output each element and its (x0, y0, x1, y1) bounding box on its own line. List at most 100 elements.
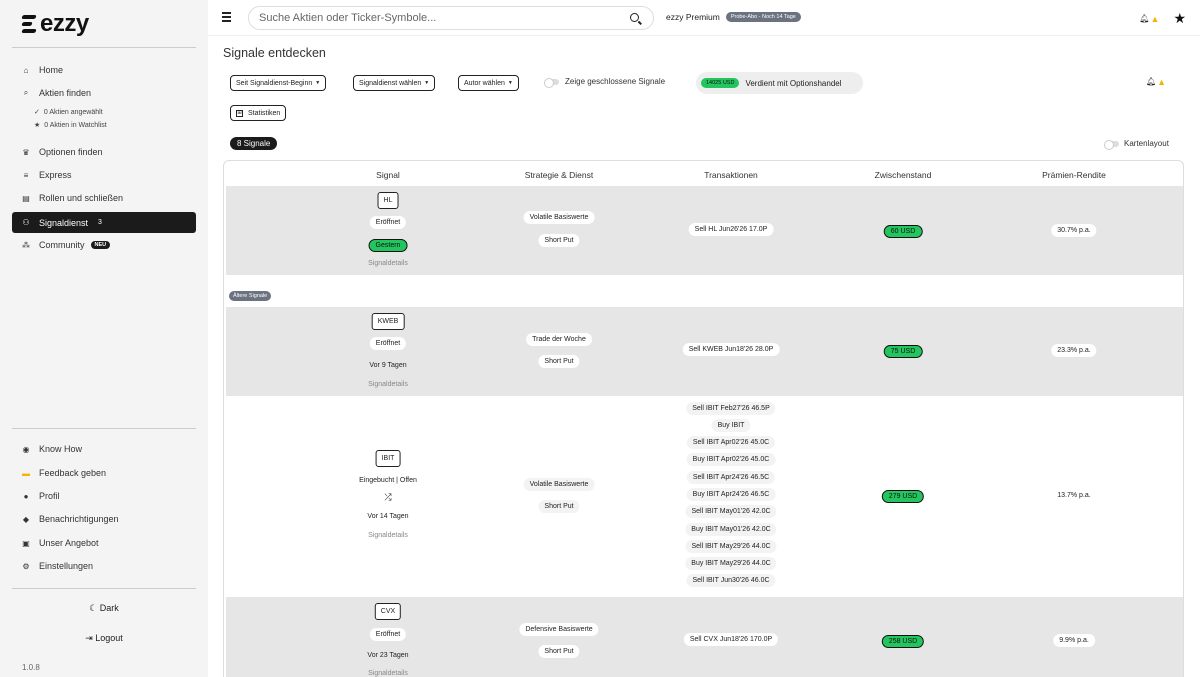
earned-banner: 14025 USD Verdient mit Optionshandel (696, 72, 863, 94)
statistics-button[interactable]: ⊞ Statistiken (230, 105, 287, 121)
trial-badge[interactable]: Probe-Abo - Noch 14 Tage (725, 12, 801, 22)
card-layout-toggle[interactable] (1104, 140, 1119, 150)
bell-icon: 🔔︎ (1139, 14, 1150, 23)
moon-icon: ☾ (89, 603, 98, 613)
sidebar-item-label: Rollen und schließen (39, 193, 124, 203)
sidebar-item-profil[interactable]: ● Profil (12, 486, 196, 506)
ticker-badge[interactable]: IBIT (375, 450, 401, 467)
dark-mode-toggle[interactable]: ☾ Dark (12, 603, 196, 614)
shuffle-icon: ⤮ (384, 492, 392, 502)
card-layout-label: Kartenlayout (1124, 139, 1169, 148)
transaction-badge: Sell IBIT Apr02'26 45.0C (686, 436, 776, 449)
signal-details-link[interactable]: Signaldetails (368, 260, 408, 267)
time-label: Vor 23 Tagen (367, 652, 409, 659)
caret-down-icon: ▼ (507, 80, 513, 86)
menu-icon[interactable] (222, 12, 231, 24)
sidebar-item-express[interactable]: ≡ Express (12, 165, 196, 185)
sidebar-item-label: Signaldienst (39, 217, 89, 228)
type-badge: Short Put (538, 234, 580, 247)
sidebar-item-angebot[interactable]: ▣ Unser Angebot (12, 533, 196, 553)
sidebar-item-label: Optionen finden (39, 147, 103, 157)
table-row[interactable]: KWEB Eröffnet Vor 9 Tagen Signaldetails … (226, 307, 1183, 396)
transaction-badge: Sell IBIT May29'26 44.0C (685, 540, 777, 553)
sidebar-item-benachrichtigungen[interactable]: ◆ Benachrichtigungen (12, 509, 196, 529)
dropdown-label: Signaldienst wählen (359, 79, 422, 87)
period-dropdown[interactable]: Seit Signaldienst-Beginn ▼ (230, 75, 327, 91)
stack-icon: ≡ (23, 170, 29, 180)
sidebar-item-feedback[interactable]: ▬ Feedback geben (12, 463, 196, 483)
status-badge: Eröffnet (369, 628, 407, 641)
sidebar-item-signaldienst[interactable]: ⚇ Signaldienst 3 (12, 212, 196, 233)
logo-mark-icon (21, 12, 38, 36)
sidebar-item-label: Aktien finden (39, 88, 92, 98)
logo[interactable]: ezzy (21, 10, 89, 38)
table-row[interactable]: HL Eröffnet Gestern Signaldetails Volati… (226, 186, 1183, 275)
strategy-badge: Volatile Basiswerte (523, 211, 595, 224)
sidebar-item-label: Home (39, 65, 64, 75)
check-icon: ✓ (34, 109, 40, 116)
warning-icon: ▲ (1150, 13, 1160, 24)
type-badge: Short Put (538, 645, 580, 658)
yield-badge: 30.7% p.a. (1051, 224, 1097, 237)
time-label: Vor 9 Tagen (369, 362, 407, 369)
sidebar-item-rollen[interactable]: ▤ Rollen und schließen (12, 188, 196, 208)
dark-mode-label: Dark (99, 603, 119, 613)
table-row[interactable]: IBIT Eingebucht | Offen ⤮ Vor 14 Tagen S… (226, 396, 1183, 596)
transaction-badge: Buy IBIT May01'26 42.0C (685, 523, 777, 536)
logout-button[interactable]: ⇥ Logout (12, 633, 196, 644)
ticker-badge[interactable]: CVX (374, 603, 402, 620)
sidebar-item-community[interactable]: ⁂ Community NEU (12, 235, 196, 255)
sidebar-subitem-selected[interactable]: ✓ 0 Aktien angewählt (34, 108, 103, 117)
column-header-yield[interactable]: Prämien-Rendite (1042, 170, 1106, 180)
home-icon: ⌂ (23, 65, 29, 75)
search-box (248, 6, 654, 30)
feedback-icon: ▬ (22, 468, 30, 478)
bin-icon: ▤ (22, 193, 30, 203)
sidebar-item-home[interactable]: ⌂ Home (12, 60, 196, 80)
sidebar-item-know-how[interactable]: ◉ Know How (12, 439, 196, 459)
transaction-badge: Buy IBIT May29'26 44.0C (685, 557, 777, 570)
group-icon: ⁂ (22, 240, 30, 250)
status-badge: Eröffnet (369, 337, 407, 350)
ticker-badge[interactable]: HL (377, 192, 399, 209)
column-header-strategy[interactable]: Strategie & Dienst (525, 170, 594, 180)
ticker-badge[interactable]: KWEB (371, 313, 405, 330)
strategy-badge: Defensive Basiswerte (519, 623, 599, 636)
service-dropdown[interactable]: Signaldienst wählen ▼ (353, 75, 436, 91)
sidebar-item-label: Unser Angebot (39, 538, 99, 548)
transaction-badge: Sell KWEB Jun18'26 28.0P (682, 343, 780, 356)
column-header-signal[interactable]: Signal (376, 170, 400, 180)
sidebar-item-aktien-finden[interactable]: ⌕ Aktien finden (12, 83, 196, 103)
search-input[interactable] (259, 7, 609, 29)
signal-details-link[interactable]: Signaldetails (368, 670, 408, 677)
table-row[interactable]: CVX Eröffnet Vor 23 Tagen Signaldetails … (226, 597, 1183, 677)
star-icon[interactable]: ★ (1173, 10, 1186, 27)
closed-signals-toggle[interactable] (544, 78, 559, 88)
column-header-interim[interactable]: Zwischenstand (875, 170, 932, 180)
topbar: ezzy Premium Probe-Abo - Noch 14 Tage 🔔︎… (208, 0, 1200, 36)
alerts-button[interactable]: 🔔︎ ▲ (1146, 77, 1166, 87)
earned-amount-badge: 14025 USD (701, 78, 740, 88)
sidebar: ezzy ⌂ Home ⌕ Aktien finden ✓ 0 Aktien a… (0, 0, 208, 677)
notifications-button[interactable]: 🔔︎ ▲ (1139, 14, 1159, 24)
time-badge: Gestern (368, 239, 408, 252)
search-icon: ⌕ (23, 88, 29, 97)
sidebar-item-optionen-finden[interactable]: ♛ Optionen finden (12, 142, 196, 162)
count-badge: 3 (98, 219, 102, 226)
type-badge: Short Put (538, 500, 580, 513)
column-header-transactions[interactable]: Transaktionen (704, 170, 758, 180)
search-icon[interactable] (630, 13, 639, 22)
gift-icon: ▣ (22, 538, 30, 548)
signal-details-link[interactable]: Signaldetails (368, 381, 408, 388)
closed-signals-label: Zeige geschlossene Signale (565, 77, 666, 86)
author-dropdown[interactable]: Autor wählen ▼ (458, 75, 519, 91)
sidebar-subitem-watchlist[interactable]: ★ 0 Aktien in Watchlist (34, 121, 107, 130)
sidebar-subitem-label: 0 Aktien in Watchlist (44, 121, 107, 129)
premium-status: ezzy Premium Probe-Abo - Noch 14 Tage (666, 12, 801, 22)
signal-details-link[interactable]: Signaldetails (368, 532, 408, 539)
sidebar-item-einstellungen[interactable]: ⚙ Einstellungen (12, 556, 196, 576)
strategy-badge: Trade der Woche (526, 333, 592, 346)
topbar-actions: 🔔︎ ▲ ★ (1139, 10, 1186, 27)
transaction-badge: Sell HL Jun26'26 17.0P (688, 223, 774, 236)
yield-badge: 9.9% p.a. (1053, 634, 1095, 647)
